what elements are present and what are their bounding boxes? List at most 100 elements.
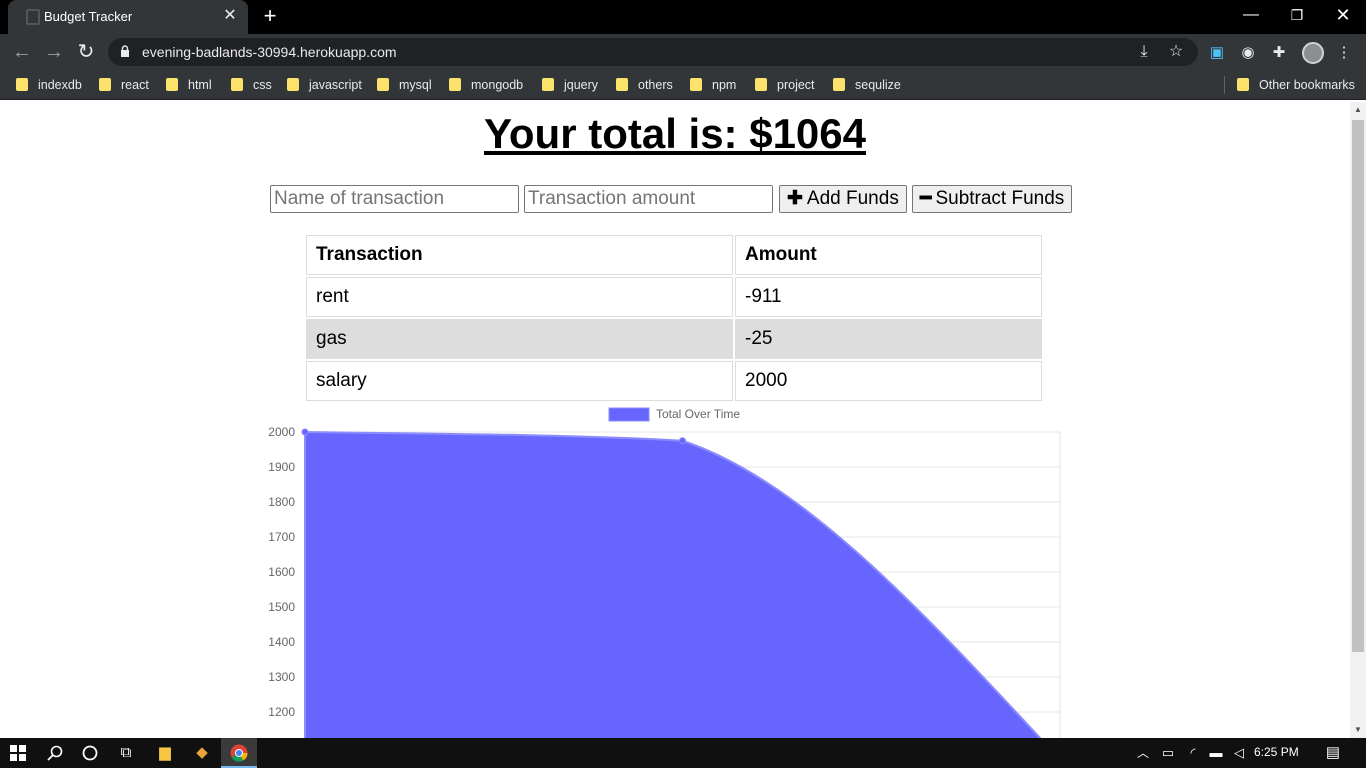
puzzle-icon[interactable]: ✚ bbox=[1269, 43, 1289, 63]
bookmark-folder[interactable]: react bbox=[99, 77, 149, 93]
header-transaction: Transaction bbox=[306, 235, 733, 275]
folder-icon bbox=[833, 78, 845, 91]
legend-swatch bbox=[608, 407, 650, 422]
transaction-name-cell: rent bbox=[306, 277, 733, 317]
minus-icon: ━ bbox=[920, 188, 932, 209]
folder-icon bbox=[616, 78, 628, 91]
table-row: salary 2000 bbox=[306, 361, 1042, 401]
bookmarks-divider bbox=[1224, 76, 1225, 94]
window-close-button[interactable]: ✕ bbox=[1320, 0, 1366, 30]
app-icon[interactable]: ◆ bbox=[191, 742, 213, 764]
battery-icon[interactable]: ▬ bbox=[1205, 742, 1227, 764]
bookmark-folder[interactable]: sequlize bbox=[833, 77, 901, 93]
file-explorer-icon[interactable]: ▆ bbox=[154, 742, 176, 764]
transactions-table: Transaction Amount rent -911 gas -25 sal… bbox=[304, 233, 1044, 403]
favicon-icon bbox=[26, 9, 40, 25]
folder-icon bbox=[1237, 78, 1249, 91]
cortana-icon[interactable] bbox=[79, 742, 101, 764]
data-point bbox=[679, 437, 686, 445]
meet-now-icon[interactable]: ▭ bbox=[1157, 742, 1179, 764]
browser-tab[interactable]: Budget Tracker ✕ bbox=[8, 0, 248, 34]
close-tab-icon[interactable]: ✕ bbox=[220, 6, 240, 26]
scrollbar-thumb[interactable] bbox=[1352, 120, 1364, 652]
folder-icon bbox=[755, 78, 767, 91]
bookmark-folder[interactable]: javascript bbox=[287, 77, 362, 93]
folder-icon bbox=[16, 78, 28, 91]
transaction-name-cell: gas bbox=[306, 319, 733, 359]
scroll-up-arrow[interactable]: ▲ bbox=[1354, 106, 1362, 114]
address-bar[interactable]: evening-badlands-30994.herokuapp.com ⤓ ☆ bbox=[108, 38, 1198, 66]
area-series bbox=[304, 430, 1042, 738]
folder-icon bbox=[287, 78, 299, 91]
taskbar: ⧉ ▆ ◆ ︿ ▭ ◜ ▬ ◁ 6:25 PM ▤ bbox=[0, 738, 1366, 768]
subtract-funds-button[interactable]: ━ Subtract Funds bbox=[912, 185, 1073, 213]
bookmark-folder[interactable]: npm bbox=[690, 77, 736, 93]
y-tick-label: 1200 bbox=[268, 705, 295, 719]
new-tab-button[interactable]: + bbox=[258, 4, 282, 28]
data-point bbox=[301, 428, 309, 436]
header-amount: Amount bbox=[735, 235, 1042, 275]
y-tick-label: 1300 bbox=[268, 670, 295, 684]
add-funds-button[interactable]: ✚ Add Funds bbox=[779, 185, 907, 213]
y-tick-label: 1400 bbox=[268, 635, 295, 649]
reload-button[interactable]: ↻ bbox=[74, 40, 98, 64]
chrome-icon bbox=[230, 744, 248, 762]
volume-icon[interactable]: ◁ bbox=[1228, 742, 1250, 764]
transaction-amount-cell: 2000 bbox=[735, 361, 1042, 401]
folder-icon bbox=[690, 78, 702, 91]
y-tick-label: 1800 bbox=[268, 495, 295, 509]
y-tick-label: 1900 bbox=[268, 460, 295, 474]
page-scrollbar[interactable]: ▲ ▼ bbox=[1350, 102, 1366, 738]
task-view-icon[interactable]: ⧉ bbox=[115, 742, 137, 764]
plus-icon: ✚ bbox=[787, 188, 803, 209]
transaction-name-cell: salary bbox=[306, 361, 733, 401]
folder-icon bbox=[449, 78, 461, 91]
table-header-row: Transaction Amount bbox=[306, 235, 1042, 275]
total-heading: Your total is: $1064 bbox=[483, 110, 867, 157]
other-bookmarks-folder[interactable]: Other bookmarks bbox=[1237, 77, 1355, 93]
windows-start-icon[interactable] bbox=[7, 742, 29, 764]
bookmark-star-icon[interactable]: ☆ bbox=[1166, 42, 1186, 62]
url-text: evening-badlands-30994.herokuapp.com bbox=[142, 44, 397, 60]
y-tick-label: 2000 bbox=[268, 425, 295, 439]
transaction-amount-input[interactable] bbox=[524, 185, 773, 213]
taskbar-clock[interactable]: 6:25 PM bbox=[1254, 745, 1299, 759]
folder-icon bbox=[99, 78, 111, 91]
scroll-down-arrow[interactable]: ▼ bbox=[1354, 726, 1362, 734]
forward-button[interactable]: → bbox=[42, 40, 66, 64]
chrome-taskbar-item[interactable] bbox=[221, 738, 257, 768]
install-icon[interactable]: ⤓ bbox=[1134, 42, 1154, 62]
extension-icon[interactable]: ▣ bbox=[1207, 43, 1227, 63]
wifi-icon[interactable]: ◜ bbox=[1182, 742, 1204, 764]
restore-button[interactable]: ❐ bbox=[1274, 0, 1320, 30]
transaction-amount-cell: -25 bbox=[735, 319, 1042, 359]
transaction-name-input[interactable] bbox=[270, 185, 519, 213]
minimize-button[interactable]: — bbox=[1228, 0, 1274, 30]
browser-toolbar: ← → ↻ evening-badlands-30994.herokuapp.c… bbox=[0, 34, 1366, 70]
chevron-up-icon[interactable]: ︿ bbox=[1132, 742, 1154, 764]
bookmarks-bar: indexdb react html css javascript mysql … bbox=[0, 70, 1366, 100]
table-row: rent -911 bbox=[306, 277, 1042, 317]
bookmark-folder[interactable]: project bbox=[755, 77, 815, 93]
folder-icon bbox=[377, 78, 389, 91]
bookmark-folder[interactable]: css bbox=[231, 77, 272, 93]
bookmark-folder[interactable]: others bbox=[616, 77, 673, 93]
profile-avatar[interactable] bbox=[1302, 42, 1324, 64]
folder-icon bbox=[166, 78, 178, 91]
bookmark-folder[interactable]: mysql bbox=[377, 77, 432, 93]
lock-icon bbox=[121, 45, 129, 57]
search-icon[interactable] bbox=[44, 742, 66, 764]
tab-strip: Budget Tracker ✕ + — ❐ ✕ bbox=[0, 0, 1366, 34]
menu-icon[interactable]: ⋮ bbox=[1334, 43, 1354, 63]
bookmark-folder[interactable]: html bbox=[166, 77, 212, 93]
y-tick-label: 1700 bbox=[268, 530, 295, 544]
extension-circle-icon[interactable]: ◉ bbox=[1238, 43, 1258, 63]
bookmark-folder[interactable]: indexdb bbox=[16, 77, 82, 93]
y-tick-label: 1600 bbox=[268, 565, 295, 579]
notification-icon[interactable]: ▤ bbox=[1322, 742, 1344, 764]
back-button[interactable]: ← bbox=[10, 40, 34, 64]
tab-title: Budget Tracker bbox=[44, 9, 133, 24]
page-viewport: Your total is: $1064 ✚Add Funds ━Subtrac… bbox=[0, 102, 1350, 738]
bookmark-folder[interactable]: mongodb bbox=[449, 77, 523, 93]
bookmark-folder[interactable]: jquery bbox=[542, 77, 598, 93]
